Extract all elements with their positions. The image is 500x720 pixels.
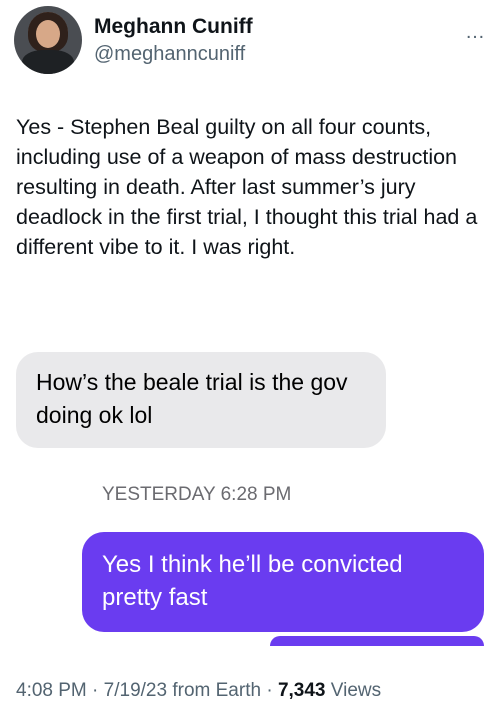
author-display-name[interactable]: Meghann Cuniff: [94, 14, 253, 39]
tweet-time[interactable]: 4:08 PM: [16, 680, 87, 701]
tweet-source: from Earth: [172, 680, 262, 701]
tweet-header: Meghann Cuniff @meghanncuniff: [14, 6, 253, 74]
tweet-date[interactable]: 7/19/23: [104, 680, 167, 701]
tweet-meta: 4:08 PM · 7/19/23 from Earth · 7,343 Vie…: [16, 680, 381, 702]
views-label: Views: [330, 680, 382, 701]
views-count[interactable]: 7,343: [278, 680, 326, 701]
tweet-card: Meghann Cuniff @meghanncuniff … Yes - St…: [0, 0, 500, 720]
outgoing-bubble-edge: [270, 636, 484, 646]
incoming-message-bubble: How’s the beale trial is the gov doing o…: [16, 352, 386, 448]
avatar-face: [36, 20, 60, 48]
meta-separator: ·: [92, 680, 99, 701]
author-handle[interactable]: @meghanncuniff: [94, 42, 253, 66]
author-names: Meghann Cuniff @meghanncuniff: [94, 14, 253, 65]
tweet-text: Yes - Stephen Beal guilty on all four co…: [16, 115, 478, 259]
meta-separator: ·: [266, 680, 273, 701]
message-timestamp: YESTERDAY 6:28 PM: [102, 484, 292, 505]
outgoing-message-bubble: Yes I think he’ll be convicted pretty fa…: [82, 532, 484, 632]
avatar[interactable]: [14, 6, 82, 74]
avatar-body: [22, 50, 74, 74]
more-options-icon[interactable]: …: [465, 22, 486, 42]
